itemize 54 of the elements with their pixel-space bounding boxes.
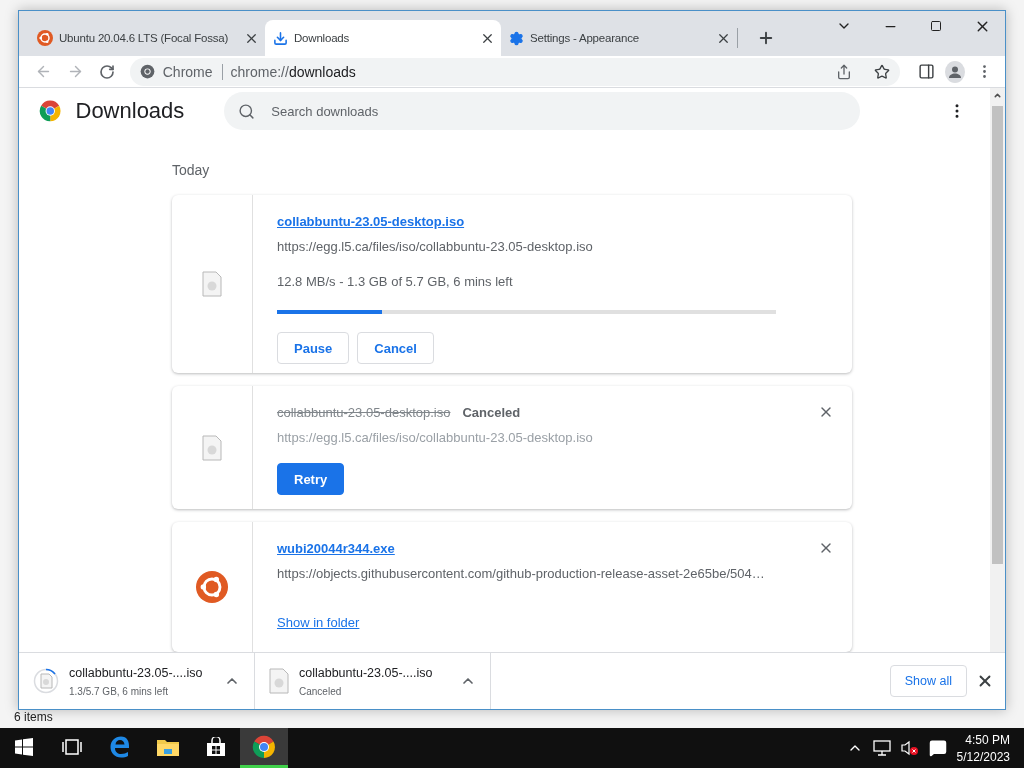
tab-title: Ubuntu 20.04.6 LTS (Focal Fossa) [59,32,230,44]
canceled-label: Canceled [462,404,521,420]
chrome-icon [139,64,155,79]
search-icon [238,102,256,120]
origin-label: Chrome [162,63,223,80]
address-bar[interactable]: Chrome chrome://downloads [129,57,900,86]
show-all-button[interactable]: Show all [889,665,967,697]
ubuntu-icon [37,30,53,46]
download-icon [273,30,288,46]
page-title: Downloads [75,98,185,124]
browser-tab[interactable]: Downloads [265,20,501,56]
muted-speaker-icon[interactable] [900,740,919,756]
notifications-icon[interactable] [928,739,947,757]
chrome-icon[interactable] [240,728,288,768]
file-name-link[interactable]: collabbuntu-23.05-desktop.iso [277,213,465,229]
file-icon [269,668,289,694]
item-count: 6 items [14,710,53,724]
file-name-link[interactable]: wubi20044r344.exe [277,540,395,556]
tab-title: Downloads [294,32,351,44]
progress-ring-icon [33,668,59,694]
search-bar[interactable]: Search downloads [224,92,860,130]
retry-button[interactable]: Retry [277,463,345,495]
cancel-button[interactable]: Cancel [357,332,434,364]
url-text: chrome://downloads [230,63,356,80]
tab-title: Settings - Appearance [530,32,640,44]
profile-icon[interactable] [945,60,966,83]
shelf-status: 1.3/5.7 GB, 6 mins left [69,685,169,697]
show-in-folder-link[interactable]: Show in folder [277,615,828,630]
shelf-download-item[interactable]: collabbuntu-23.05-....iso Canceled [255,653,491,709]
shelf-file-name: collabbuntu-23.05-....iso [299,665,434,680]
search-field[interactable]: Search downloads [269,102,846,120]
scroll-up-icon[interactable] [993,91,1002,100]
source-url: https://egg.l5.ca/files/iso/collabbuntu-23.05-desktop.iso [277,239,594,254]
file-icon [202,434,222,461]
download-status: 12.8 MB/s - 1.3 GB of 5.7 GB, 6 mins left [277,274,514,289]
shelf-file-name: collabbuntu-23.05-....iso [69,665,204,680]
browser-tab[interactable]: Settings - Appearance [501,20,737,56]
ubuntu-icon [196,571,228,603]
shelf-download-item[interactable]: collabbuntu-23.05-....iso 1.3/5.7 GB, 6 mins left [19,653,255,709]
pause-button[interactable]: Pause [277,332,350,364]
network-icon[interactable] [872,740,891,756]
source-url: https://egg.l5.ca/files/iso/collabbuntu-23.05-desktop.iso [277,430,594,445]
date-heading: Today [172,162,211,178]
file-icon [202,271,222,297]
bookmark-star-icon[interactable] [873,63,890,80]
scrollbar[interactable] [990,88,1005,652]
source-url: https://objects.githubusercontent.com/github-production-release-asset-2e65be/504… [277,566,766,581]
clock[interactable]: 4:50 PM 5/12/2023 [956,732,1010,764]
browser-tab[interactable]: Ubuntu 20.04.6 LTS (Focal Fossa) [29,20,265,56]
chrome-logo [39,99,62,123]
shelf-status: Canceled [299,685,343,697]
share-icon[interactable] [835,63,852,80]
file-name: collabbuntu-23.05-desktop.iso [277,404,451,420]
gear-icon [509,30,524,46]
